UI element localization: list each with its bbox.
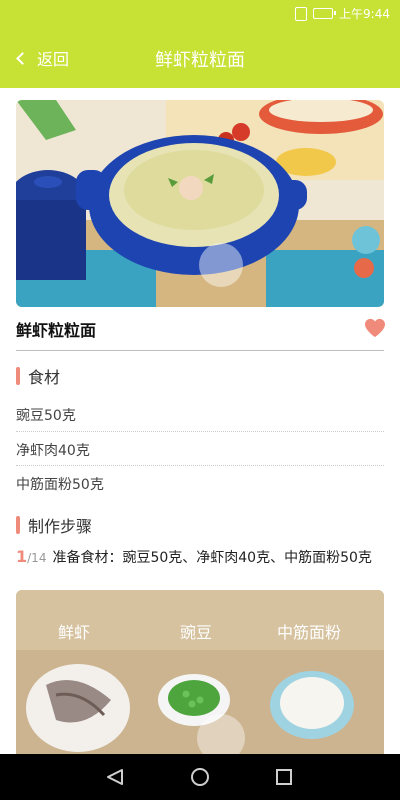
vibrate-icon (295, 6, 308, 21)
battery-icon (313, 8, 337, 19)
step-image: 鲜虾 豌豆 中筋面粉 (16, 590, 384, 760)
image-label-peas: 豌豆 (180, 623, 212, 642)
image-label-flour: 中筋面粉 (277, 623, 341, 642)
ingredients-title: 食材 (28, 368, 61, 387)
status-bar: 上午9:44 (0, 0, 400, 28)
ingredients-header: 食材 (16, 364, 60, 388)
ingredient-item: 净虾肉40克 (16, 443, 90, 459)
steps-title: 制作步骤 (28, 517, 93, 536)
status-time: 上午9:44 (339, 7, 390, 21)
step-description: 1/14 准备食材：豌豆50克、净虾肉40克、中筋面粉50克 (16, 546, 386, 569)
status-right: 上午9:44 (295, 5, 390, 22)
ingredient-divider (16, 431, 384, 432)
title-divider (16, 350, 384, 351)
page-title: 鲜虾粒粒面 (155, 50, 245, 71)
home-icon[interactable] (191, 768, 209, 786)
section-marker (16, 516, 20, 534)
hero-illustration (16, 100, 384, 307)
top-nav-bar: 返回 鲜虾粒粒面 (0, 28, 400, 88)
ingredient-divider (16, 465, 384, 466)
step-number: 1 (16, 547, 28, 566)
system-navigation-bar (0, 754, 400, 800)
recipe-name: 鲜虾粒粒面 (16, 321, 97, 340)
step-total: /14 (27, 551, 47, 565)
image-label-shrimp: 鲜虾 (58, 623, 90, 642)
heart-icon[interactable] (364, 318, 386, 338)
ingredient-item: 中筋面粉50克 (16, 477, 104, 493)
section-marker (16, 367, 20, 385)
system-nav-icons (107, 768, 292, 786)
steps-header: 制作步骤 (16, 513, 92, 537)
recipe-hero-image (16, 100, 384, 307)
step-illustration: 鲜虾 豌豆 中筋面粉 (16, 590, 384, 760)
ingredient-item: 豌豆50克 (16, 408, 76, 424)
back-icon[interactable] (107, 769, 123, 785)
step-text: 准备食材：豌豆50克、净虾肉40克、中筋面粉50克 (52, 550, 372, 566)
recents-icon[interactable] (276, 769, 292, 785)
